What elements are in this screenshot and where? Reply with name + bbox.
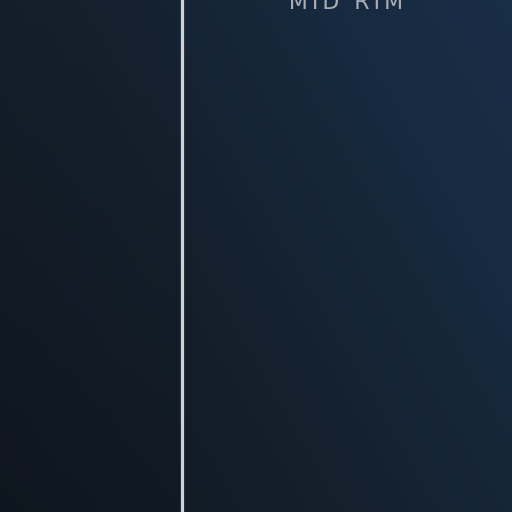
right-panel: MID RIM [184,0,512,512]
left-panel [0,0,182,512]
panel-title: MID RIM [288,0,408,15]
